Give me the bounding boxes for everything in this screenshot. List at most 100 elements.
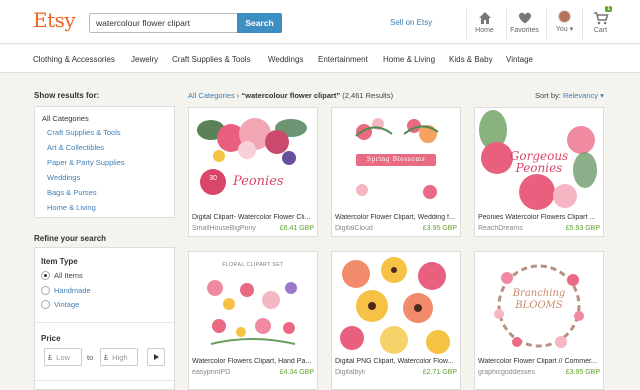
listing-card[interactable]: Gorgeous Peonies Peonies Watercolor Flow… [474, 107, 604, 237]
filter-bags-purses[interactable]: Bags & Purses [47, 188, 97, 197]
category-weddings[interactable]: Weddings [268, 55, 303, 64]
refine-search-heading: Refine your search [34, 234, 107, 243]
radio-selected[interactable] [41, 271, 50, 280]
item-type-all[interactable]: All Items [41, 270, 83, 281]
listing-card[interactable]: FLORAL CLIPART SET Watercolor Flowers Cl… [188, 251, 318, 390]
listing-image[interactable]: Branching BLOOMS [477, 254, 601, 354]
item-type-vintage[interactable]: Vintage [41, 299, 79, 310]
price-go-button[interactable] [147, 348, 165, 366]
price-low-input[interactable]: £ Low [44, 348, 82, 366]
currency-symbol: £ [48, 352, 53, 362]
category-filter-box: All Categories Craft Supplies & Tools Ar… [34, 106, 175, 218]
listing-shop[interactable]: graphicgoddesses [478, 369, 558, 376]
listing-title[interactable]: Watercolor Flowers Clipart, Hand Pa... [192, 358, 316, 365]
listing-image[interactable]: Gorgeous Peonies [477, 110, 601, 210]
listing-image[interactable]: 30 Peonies [191, 110, 315, 210]
divider [35, 380, 174, 381]
price-high-input[interactable]: £ High [100, 348, 138, 366]
search-button[interactable]: Search [237, 13, 282, 33]
refine-filter-box: Item Type All Items Handmade Vintage Pri… [34, 247, 175, 390]
listing-card[interactable]: Spring Blossoms Watercolor Flower Clipar… [331, 107, 461, 237]
listing-price: £2.71 GBP [422, 369, 457, 376]
search-input[interactable] [89, 13, 237, 33]
divider [35, 322, 174, 323]
filter-home-living[interactable]: Home & Living [47, 203, 96, 212]
chevron-down-icon: ▾ [600, 91, 604, 100]
sort-control[interactable]: Sort by: Relevancy ▾ [535, 91, 604, 100]
filter-art-collectibles[interactable]: Art & Collectibles [47, 143, 104, 152]
listing-price: £5.93 GBP [565, 225, 600, 232]
price-to-label: to [87, 353, 94, 362]
chevron-down-icon: ▾ [569, 26, 574, 33]
cart-icon [593, 12, 609, 25]
listing-title[interactable]: Watercolor Flower Clipart // Commer... [478, 358, 602, 365]
item-type-all-label: All Items [54, 271, 83, 280]
sell-on-etsy-link[interactable]: Sell on Etsy [390, 18, 432, 27]
breadcrumb-all-categories[interactable]: All Categories [188, 91, 235, 100]
cart-count-badge: 1 [605, 6, 613, 12]
category-kids-baby[interactable]: Kids & Baby [449, 55, 493, 64]
price-low-placeholder: Low [56, 352, 70, 362]
svg-text:30: 30 [209, 175, 217, 182]
category-craft-supplies[interactable]: Craft Supplies & Tools [172, 55, 251, 64]
category-home-living[interactable]: Home & Living [383, 55, 435, 64]
listing-price: £3.95 GBP [565, 369, 600, 376]
favorites-nav[interactable]: Favorites [506, 9, 542, 39]
item-type-handmade-label: Handmade [54, 286, 91, 295]
avatar [558, 10, 571, 23]
favorites-label: Favorites [510, 27, 539, 34]
listing-title[interactable]: Digital PNG Clipart, Watercolor Flow... [335, 358, 459, 365]
filter-paper-party[interactable]: Paper & Party Supplies [47, 158, 125, 167]
item-type-handmade[interactable]: Handmade [41, 285, 91, 296]
all-categories-label[interactable]: All Categories [42, 114, 89, 123]
result-count: (2,461 Results) [342, 91, 394, 100]
listing-shop[interactable]: DigitalCloud [335, 225, 415, 232]
listing-price: £6.41 GBP [279, 225, 314, 232]
home-label: Home [475, 27, 494, 34]
listing-image-text: Peonies [233, 174, 284, 189]
listing-price: £4.34 GBP [279, 369, 314, 376]
listing-image-text: Gorgeous Peonies [509, 149, 569, 175]
listing-shop[interactable]: ReachDreams [478, 225, 558, 232]
site-header: Etsy Search Sell on Etsy Home Favorites … [0, 0, 640, 44]
category-jewelry[interactable]: Jewelry [131, 55, 158, 64]
listing-title[interactable]: Digital Clipart- Watercolor Flower Cli..… [192, 214, 316, 221]
listing-image-text: FLORAL CLIPART SET [222, 262, 284, 268]
home-nav[interactable]: Home [466, 9, 502, 39]
search-query: “watercolour flower clipart” [241, 91, 341, 100]
currency-symbol: £ [104, 352, 109, 362]
breadcrumb-separator: › [236, 91, 240, 100]
category-clothing[interactable]: Clothing & Accessories [33, 55, 115, 64]
listing-title[interactable]: Watercolor Flower Clipart, Wedding f... [335, 214, 459, 221]
sort-label: Sort by: [535, 91, 561, 100]
listing-card[interactable]: 30 Peonies Digital Clipart- Watercolor F… [188, 107, 318, 237]
listing-shop[interactable]: Digitalbyli [335, 369, 415, 376]
listing-shop[interactable]: SmallHouseBigPony [192, 225, 272, 232]
listing-card[interactable]: Digital PNG Clipart, Watercolor Flow... … [331, 251, 461, 390]
listing-image[interactable] [334, 254, 458, 354]
sort-value[interactable]: Relevancy [563, 91, 598, 100]
etsy-logo[interactable]: Etsy [33, 8, 76, 32]
cart-nav[interactable]: 1 Cart [582, 6, 618, 39]
listing-card[interactable]: Branching BLOOMS Watercolor Flower Clipa… [474, 251, 604, 390]
category-vintage[interactable]: Vintage [506, 55, 533, 64]
item-type-vintage-label: Vintage [54, 300, 80, 309]
category-nav: Clothing & Accessories Jewelry Craft Sup… [0, 45, 640, 73]
radio-unselected[interactable] [41, 286, 50, 295]
price-high-placeholder: High [112, 352, 128, 362]
filter-craft-supplies[interactable]: Craft Supplies & Tools [47, 128, 121, 137]
price-label: Price [41, 334, 61, 343]
home-icon [478, 12, 491, 24]
listing-title[interactable]: Peonies Watercolor Flowers Clipart ... [478, 214, 602, 221]
heart-icon [518, 12, 531, 24]
radio-unselected[interactable] [41, 300, 50, 309]
listing-image-text: Spring Blossoms [366, 156, 426, 163]
filter-weddings[interactable]: Weddings [47, 173, 80, 182]
you-nav[interactable]: You ▾ [546, 9, 582, 39]
show-results-heading: Show results for: [34, 91, 100, 100]
listing-image[interactable]: Spring Blossoms [334, 110, 458, 210]
listing-shop[interactable]: easyprintPD [192, 369, 272, 376]
category-entertainment[interactable]: Entertainment [318, 55, 368, 64]
listing-image[interactable]: FLORAL CLIPART SET [191, 254, 315, 354]
item-type-label: Item Type [41, 257, 78, 266]
